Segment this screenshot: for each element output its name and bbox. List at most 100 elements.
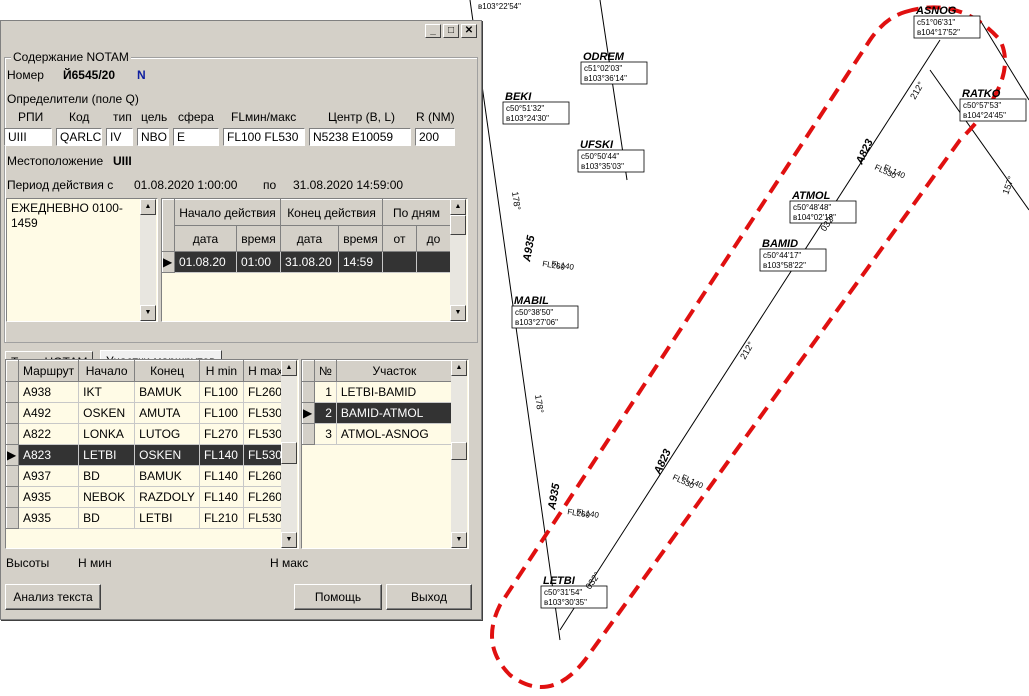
segment-row[interactable]: ▶ 2 BAMID-ATMOL [302,402,453,424]
route-cell[interactable]: IKT [78,381,136,403]
route-cell[interactable]: A937 [18,465,80,487]
period-grid[interactable]: Начало действия Конец действия По дням д… [161,198,468,322]
routes-scrollbar[interactable]: ▲ ▼ [281,360,297,548]
col-to[interactable]: до [416,225,451,252]
period-group-start[interactable]: Начало действия [174,199,281,226]
route-row[interactable]: A935 BD LETBI FL210 FL530 [6,507,288,529]
fl-field[interactable]: FL100 FL530 [223,128,305,146]
col-segment[interactable]: Участок [335,360,453,382]
col-hmin[interactable]: H min [198,360,244,382]
route-row[interactable]: A938 IKT BAMUK FL100 FL260 [6,381,288,403]
col-route[interactable]: Маршрут [17,360,80,382]
route-cell[interactable]: FL100 [199,402,244,424]
route-cell[interactable]: FL100 [199,381,244,403]
period-cell[interactable]: 01:00 [236,251,281,273]
route-cell[interactable]: NEBOK [78,486,136,508]
route-row[interactable]: A492 OSKEN AMUTA FL100 FL530 [6,402,288,424]
segment-cell[interactable]: LETBI-BAMID [336,381,453,403]
route-cell[interactable]: FL210 [199,507,244,529]
schedule-memo[interactable]: ЕЖЕДНЕВНО 0100-1459 [6,198,158,322]
route-cell[interactable]: A935 [18,507,80,529]
period-group-days[interactable]: По дням [382,199,451,226]
purpose-field[interactable]: NBO [137,128,169,146]
route-cell[interactable]: BAMUK [134,381,200,403]
period-cell[interactable]: 14:59 [338,251,383,273]
route-cell[interactable]: A938 [18,381,80,403]
scroll-down-icon[interactable]: ▼ [450,305,466,321]
scroll-down-icon[interactable]: ▼ [281,532,297,548]
route-row[interactable]: A937 BD BAMUK FL140 FL260 [6,465,288,487]
col-end[interactable]: Конец [134,360,200,382]
route-cell[interactable]: FL140 [199,444,244,466]
segment-cell[interactable]: 1 [314,381,337,403]
segment-row[interactable]: 3 ATMOL-ASNOG [302,423,453,445]
route-cell[interactable]: BD [78,465,136,487]
col-end-time[interactable]: время [338,225,383,252]
scroll-up-icon[interactable]: ▲ [281,360,297,376]
route-row[interactable]: A935 NEBOK RAZDOLY FL140 FL260 [6,486,288,508]
routes-grid[interactable]: Маршрут Начало Конец H min H max A938 IKT… [5,359,299,549]
route-row[interactable]: A822 LONKA LUTOG FL270 FL530 [6,423,288,445]
route-cell[interactable]: RAZDOLY [134,486,200,508]
period-group-end[interactable]: Конец действия [280,199,383,226]
scroll-up-icon[interactable]: ▲ [140,199,156,215]
segment-cell[interactable]: 2 [314,402,337,424]
period-scrollbar[interactable]: ▲ ▼ [450,199,466,321]
analyze-text-button[interactable]: Анализ текста [5,584,101,610]
scroll-thumb[interactable] [281,442,297,464]
period-cell[interactable]: 01.08.20 [174,251,237,273]
period-cell[interactable] [382,251,417,273]
route-cell[interactable]: OSKEN [134,444,200,466]
route-row[interactable]: ▶ A823 LETBI OSKEN FL140 FL530 [6,444,288,466]
segments-scrollbar[interactable]: ▲ ▼ [451,360,467,548]
close-button[interactable]: ✕ [461,24,477,38]
code-field[interactable]: QARLC [56,128,102,146]
col-no[interactable]: № [314,360,337,382]
route-cell[interactable]: A935 [18,486,80,508]
center-field[interactable]: N5238 E10059 [309,128,411,146]
route-cell[interactable]: OSKEN [78,402,136,424]
route-cell[interactable]: A492 [18,402,80,424]
route-cell[interactable]: FL270 [199,423,244,445]
route-cell[interactable]: BD [78,507,136,529]
segment-cell[interactable]: 3 [314,423,337,445]
scroll-down-icon[interactable]: ▼ [140,305,156,321]
col-start-date[interactable]: дата [174,225,237,252]
route-cell[interactable]: FL140 [199,465,244,487]
col-from[interactable]: от [382,225,417,252]
scroll-up-icon[interactable]: ▲ [450,199,466,215]
route-cell[interactable]: LETBI [78,444,136,466]
scroll-down-icon[interactable]: ▼ [451,532,467,548]
maximize-button[interactable]: □ [443,24,459,38]
route-cell[interactable]: BAMUK [134,465,200,487]
scroll-thumb[interactable] [450,215,466,235]
segments-grid[interactable]: № Участок 1 LETBI-BAMID ▶ 2 BAMID-ATMOL 3 ATMO… [301,359,469,549]
col-start[interactable]: Начало [78,360,136,382]
scroll-thumb[interactable] [451,442,467,460]
segment-cell[interactable]: BAMID-ATMOL [336,402,453,424]
help-button[interactable]: Помощь [294,584,382,610]
route-cell[interactable]: FL140 [199,486,244,508]
scope-field[interactable]: E [173,128,219,146]
waypoint-lon: в103°24'30" [506,114,549,123]
period-cell[interactable]: 31.08.20 [280,251,339,273]
col-end-date[interactable]: дата [280,225,339,252]
period-row[interactable]: ▶ 01.08.20 01:00 31.08.20 14:59 [162,251,451,273]
scroll-up-icon[interactable]: ▲ [451,360,467,376]
fir-field[interactable]: UIII [4,128,52,146]
route-cell[interactable]: A822 [18,423,80,445]
route-cell[interactable]: LUTOG [134,423,200,445]
minimize-button[interactable]: _ [425,24,441,38]
radius-field[interactable]: 200 [415,128,455,146]
segment-row[interactable]: 1 LETBI-BAMID [302,381,453,403]
exit-button[interactable]: Выход [386,584,472,610]
route-cell[interactable]: LONKA [78,423,136,445]
type-field[interactable]: IV [106,128,133,146]
segment-cell[interactable]: ATMOL-ASNOG [336,423,453,445]
route-cell[interactable]: AMUTA [134,402,200,424]
schedule-scrollbar[interactable]: ▲ ▼ [140,199,156,321]
period-cell[interactable] [416,251,451,273]
col-start-time[interactable]: время [236,225,281,252]
route-cell[interactable]: LETBI [134,507,200,529]
route-cell[interactable]: A823 [18,444,80,466]
